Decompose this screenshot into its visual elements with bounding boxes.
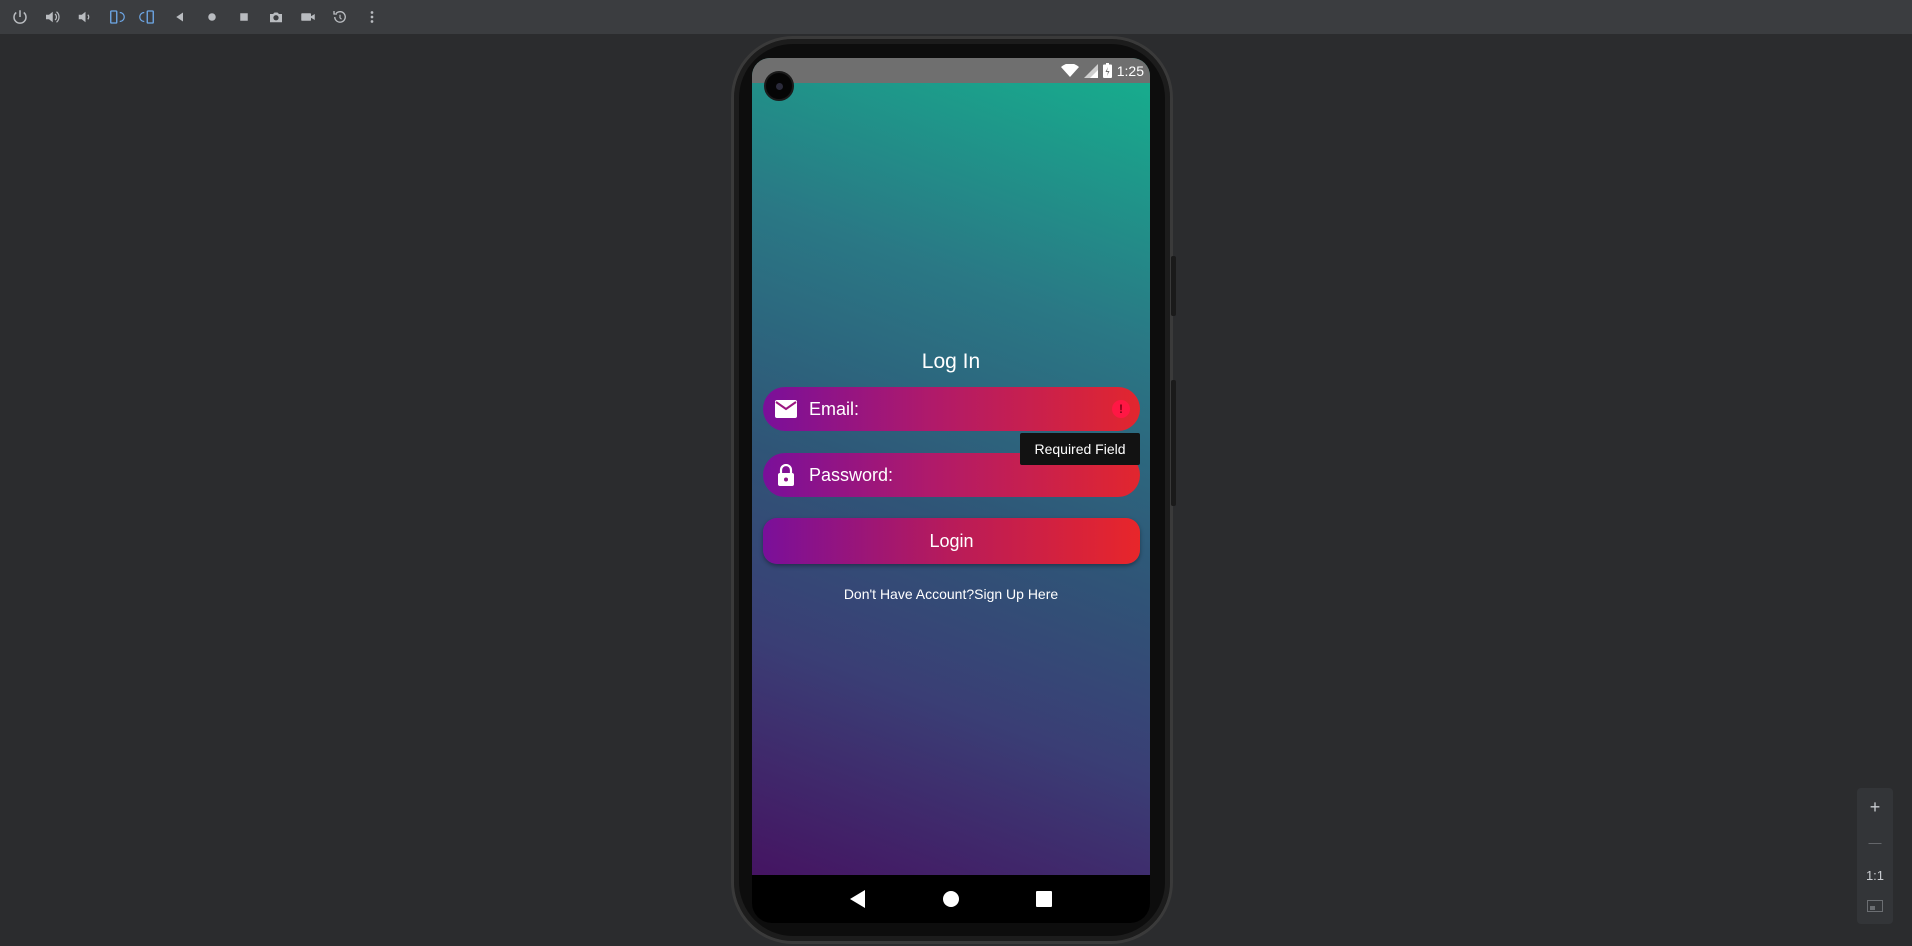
nav-overview-icon[interactable] bbox=[1030, 885, 1058, 913]
required-field-tooltip: Required Field bbox=[1020, 433, 1140, 465]
emulator-toolbar bbox=[0, 0, 1912, 34]
signup-prompt: Don't Have Account?Sign Up Here bbox=[752, 586, 1150, 602]
login-button[interactable]: Login bbox=[763, 518, 1140, 564]
lock-icon bbox=[775, 464, 797, 486]
phone-volume-button bbox=[1171, 380, 1176, 506]
rewind-icon[interactable] bbox=[324, 0, 356, 34]
device-screen: 1:25 Log In Email: ! Required Field Pass… bbox=[752, 58, 1150, 875]
signal-icon bbox=[1083, 63, 1098, 78]
zoom-actual-size-button[interactable]: 1:1 bbox=[1866, 868, 1884, 883]
no-account-text: Don't Have Account? bbox=[843, 586, 975, 602]
mail-icon bbox=[775, 398, 797, 420]
password-label: Password: bbox=[809, 464, 894, 485]
navigation-bar bbox=[752, 875, 1150, 923]
signup-link[interactable]: Sign Up Here bbox=[974, 586, 1058, 602]
volume-down-icon[interactable] bbox=[68, 0, 100, 34]
home-icon[interactable] bbox=[196, 0, 228, 34]
screenshot-icon[interactable] bbox=[260, 0, 292, 34]
power-icon[interactable] bbox=[4, 0, 36, 34]
error-icon[interactable]: ! bbox=[1112, 400, 1130, 418]
wifi-icon bbox=[1060, 63, 1079, 77]
screenrecord-icon[interactable] bbox=[292, 0, 324, 34]
more-icon[interactable] bbox=[356, 0, 388, 34]
nav-back-icon[interactable] bbox=[844, 885, 872, 913]
back-icon[interactable] bbox=[164, 0, 196, 34]
zoom-in-button[interactable]: + bbox=[1870, 797, 1881, 818]
email-label: Email: bbox=[809, 398, 860, 419]
overview-icon[interactable] bbox=[228, 0, 260, 34]
email-field[interactable]: Email: ! bbox=[763, 387, 1140, 431]
battery-icon bbox=[1102, 63, 1112, 78]
status-time: 1:25 bbox=[1116, 62, 1144, 79]
fit-screen-icon[interactable] bbox=[1867, 900, 1883, 915]
front-camera bbox=[764, 71, 794, 101]
rotate-right-icon[interactable] bbox=[132, 0, 164, 34]
phone-power-button bbox=[1171, 256, 1176, 316]
status-bar: 1:25 bbox=[752, 58, 1150, 83]
nav-home-icon[interactable] bbox=[937, 885, 965, 913]
zoom-controls: + — 1:1 bbox=[1857, 788, 1893, 924]
rotate-left-icon[interactable] bbox=[100, 0, 132, 34]
zoom-out-button[interactable]: — bbox=[1869, 835, 1882, 850]
volume-up-icon[interactable] bbox=[36, 0, 68, 34]
page-title: Log In bbox=[921, 350, 981, 373]
